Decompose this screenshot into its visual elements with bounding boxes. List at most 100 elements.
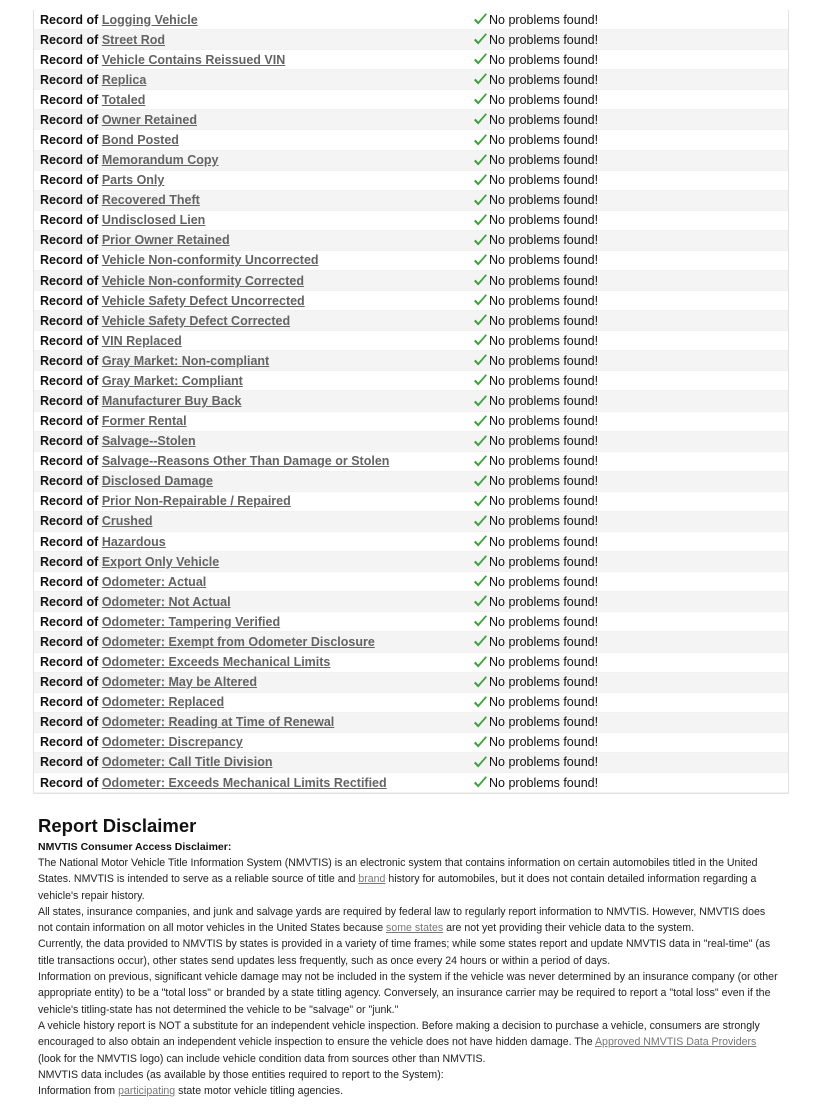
checkmark-icon [474,113,487,125]
status-text: No problems found! [489,755,599,770]
record-type-link[interactable]: Salvage--Stolen [102,434,196,448]
record-label: Record of Odometer: Tampering Verified [34,615,473,629]
brand-link[interactable]: brand [358,873,385,885]
record-type-link[interactable]: Owner Retained [102,113,197,127]
record-row: Record of Gray Market: Compliant No probl… [34,371,788,392]
status-text: No problems found! [489,514,599,529]
record-status: No problems found! [473,454,598,468]
checkmark-icon [474,495,487,507]
record-type-link[interactable]: Manufacturer Buy Back [102,394,242,408]
status-text: No problems found! [489,333,599,348]
status-text: No problems found! [489,434,599,449]
record-status: No problems found! [473,776,598,790]
status-text: No problems found! [489,394,599,409]
checkmark-icon [474,133,487,145]
record-row: Record of Totaled No problems found! [34,90,788,111]
record-type-link[interactable]: Odometer: Exceeds Mechanical Limits Rect… [102,776,387,790]
record-prefix: Record of [40,755,99,770]
record-type-link[interactable]: Street Rod [102,33,165,47]
participating-link[interactable]: participating [118,1085,175,1097]
record-label: Record of Vehicle Contains Reissued VIN [34,53,473,67]
record-label: Record of Totaled [34,93,473,107]
checkmark-icon [474,695,487,708]
status-text: No problems found! [489,414,599,429]
record-type-link[interactable]: Vehicle Non-conformity Uncorrected [102,253,319,267]
record-row: Record of Vehicle Safety Defect Uncorrec… [34,291,788,312]
record-type-link[interactable]: Salvage--Reasons Other Than Damage or St… [102,454,390,468]
record-type-link[interactable]: Odometer: Call Title Division [102,755,273,769]
record-type-link[interactable]: Vehicle Safety Defect Corrected [102,314,290,328]
record-type-link[interactable]: Recovered Theft [102,193,200,207]
record-type-link[interactable]: Export Only Vehicle [102,555,219,569]
record-prefix: Record of [40,494,99,509]
record-type-link[interactable]: Former Rental [102,414,187,428]
record-type-link[interactable]: Odometer: Reading at Time of Renewal [102,715,334,729]
record-status: No problems found! [473,334,598,348]
record-row: Record of Logging Vehicle No problems fou… [34,10,788,31]
record-row: Record of Odometer: Not Actual No problem… [34,592,788,613]
checkmark-icon [474,13,487,25]
record-type-link[interactable]: Replica [102,73,146,87]
checkmark-icon [474,575,487,587]
record-type-link[interactable]: VIN Replaced [102,334,182,348]
status-text: No problems found! [489,133,599,147]
status-text: No problems found! [489,253,599,268]
record-type-link[interactable]: Vehicle Contains Reissued VIN [102,53,285,67]
record-type-link[interactable]: Parts Only [102,173,165,187]
record-type-link[interactable]: Gray Market: Non-compliant [102,354,269,368]
record-status: No problems found! [473,514,598,528]
record-type-link[interactable]: Vehicle Safety Defect Uncorrected [102,294,305,308]
record-type-link[interactable]: Odometer: Exceeds Mechanical Limits [102,655,331,669]
record-type-link[interactable]: Odometer: Not Actual [102,595,231,609]
status-text: No problems found! [489,373,599,388]
record-row: Record of Odometer: May be Altered No pro… [34,672,788,693]
record-status: No problems found! [473,253,598,267]
record-label: Record of Owner Retained [34,113,473,127]
record-prefix: Record of [40,474,99,489]
record-status: No problems found! [473,213,598,227]
checkmark-icon [474,73,487,85]
status-text: No problems found! [489,173,599,188]
record-type-link[interactable]: Odometer: Tampering Verified [102,615,280,629]
checkmark-icon [474,194,487,206]
record-type-link[interactable]: Prior Owner Retained [102,233,230,247]
status-text: No problems found! [489,675,599,690]
record-type-link[interactable]: Odometer: Discrepancy [102,735,243,749]
record-row: Record of Bond Posted No problems found! [34,130,788,151]
record-type-link[interactable]: Logging Vehicle [102,13,198,27]
record-prefix: Record of [40,92,99,107]
record-type-link[interactable]: Prior Non-Repairable / Repaired [102,494,291,508]
record-type-link[interactable]: Vehicle Non-conformity Corrected [102,274,304,288]
record-prefix: Record of [40,213,99,228]
record-row: Record of Former Rental No problems found… [34,412,788,432]
record-prefix: Record of [40,574,99,589]
disclaimer-paragraph-6: NMVTIS data includes (as available by th… [38,1068,444,1081]
some-states-link[interactable]: some states [386,922,443,934]
approved-providers-link[interactable]: Approved NMVTIS Data Providers [595,1036,756,1048]
record-type-link[interactable]: Hazardous [102,535,166,549]
checkmark-icon [474,374,487,386]
record-type-link[interactable]: Odometer: Exempt from Odometer Disclosur… [102,635,375,649]
record-type-link[interactable]: Odometer: May be Altered [102,675,257,689]
record-type-link[interactable]: Memorandum Copy [102,153,219,167]
record-row: Record of Prior Non-Repairable / Repaire… [34,492,788,512]
record-status: No problems found! [473,414,598,428]
record-prefix: Record of [40,153,99,168]
record-type-link[interactable]: Undisclosed Lien [102,213,206,227]
record-type-link[interactable]: Disclosed Damage [102,474,213,488]
record-type-link[interactable]: Gray Market: Compliant [102,374,243,388]
record-type-link[interactable]: Bond Posted [102,133,179,147]
disclaimer-paragraph-1: The National Motor Vehicle Title Informa… [38,855,778,904]
status-text: No problems found! [489,735,599,750]
checkmark-icon [474,776,487,788]
record-type-link[interactable]: Odometer: Actual [102,575,206,589]
disclaimer-subtitle: NMVTIS Consumer Access Disclaimer: [38,841,232,853]
record-status: No problems found! [473,93,598,107]
record-prefix: Record of [40,775,99,790]
record-type-link[interactable]: Odometer: Replaced [102,695,224,709]
record-type-link[interactable]: Totaled [102,93,146,107]
record-type-link[interactable]: Crushed [102,514,153,528]
record-row: Record of Memorandum Copy No problems fou… [34,150,788,171]
record-row: Record of VIN Replaced No problems found! [34,331,788,352]
status-text: No problems found! [489,353,599,368]
